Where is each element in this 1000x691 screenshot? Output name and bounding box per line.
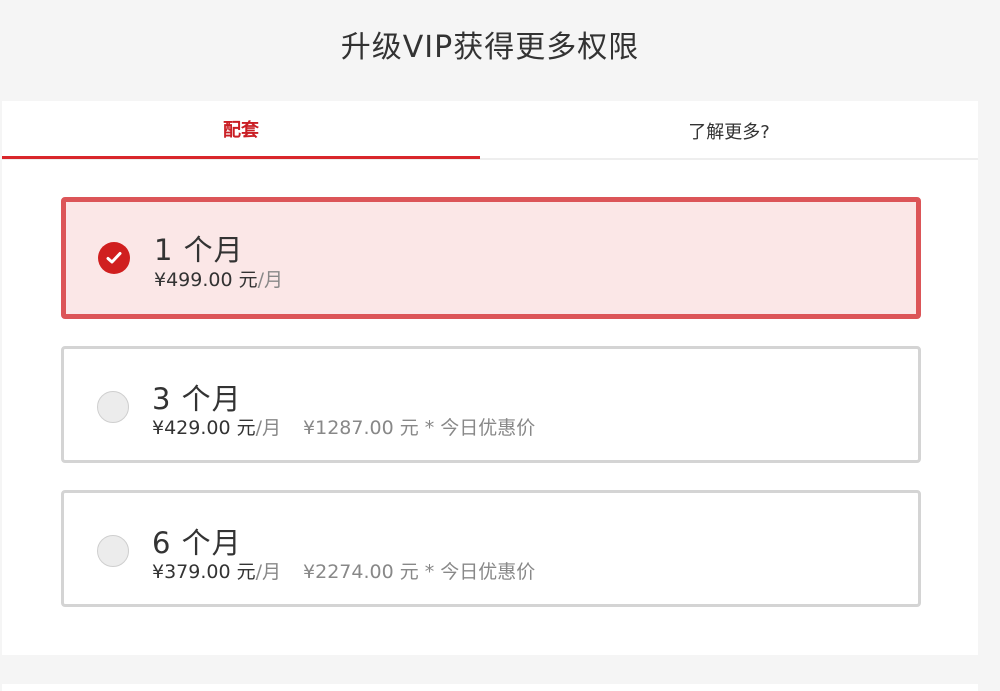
- tab-bar: 配套 了解更多?: [2, 101, 978, 160]
- plan-price-line: ¥499.00 元/月: [154, 265, 283, 292]
- plan-title: 1 个月: [154, 233, 244, 267]
- tab-packages[interactable]: 配套: [2, 101, 480, 159]
- plan-price: ¥429.00 元: [152, 417, 256, 439]
- plan-price: ¥499.00 元: [154, 269, 258, 291]
- plan-title: 3 个月: [152, 382, 242, 416]
- plan-price-line: ¥379.00 元/月 ¥2274.00 元 * 今日优惠价: [152, 557, 535, 584]
- plan-original-price: ¥2274.00 元 * 今日优惠价: [303, 561, 536, 583]
- plan-unit: /月: [255, 417, 282, 439]
- tab-learn-more[interactable]: 了解更多?: [480, 101, 978, 160]
- plan-title: 6 个月: [152, 526, 242, 560]
- plan-unit: /月: [255, 561, 282, 583]
- plan-option-6-months[interactable]: 6 个月 ¥379.00 元/月 ¥2274.00 元 * 今日优惠价: [61, 490, 921, 607]
- page-title: 升级VIP获得更多权限: [340, 30, 640, 65]
- radio-unchecked-icon[interactable]: [97, 535, 129, 567]
- plan-unit: /月: [257, 269, 284, 291]
- plan-original-price: ¥1287.00 元 * 今日优惠价: [303, 417, 536, 439]
- plan-option-1-month[interactable]: 1 个月 ¥499.00 元/月: [61, 197, 921, 319]
- plan-price: ¥379.00 元: [152, 561, 256, 583]
- radio-checked-icon[interactable]: [98, 242, 130, 274]
- plan-option-3-months[interactable]: 3 个月 ¥429.00 元/月 ¥1287.00 元 * 今日优惠价: [61, 346, 921, 463]
- plan-price-line: ¥429.00 元/月 ¥1287.00 元 * 今日优惠价: [152, 413, 535, 440]
- radio-unchecked-icon[interactable]: [97, 391, 129, 423]
- bottom-panel-edge: [2, 684, 978, 691]
- plan-panel: 配套 了解更多? 1 个月 ¥499.00 元/月 3 个月 ¥429.00 元…: [2, 101, 978, 655]
